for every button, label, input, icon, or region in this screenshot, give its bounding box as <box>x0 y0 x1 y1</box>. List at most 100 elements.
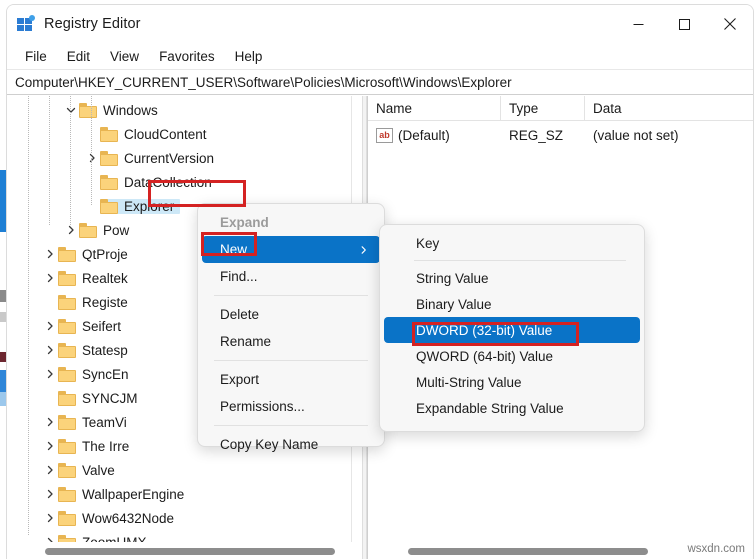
tree-item-windows[interactable]: Windows <box>7 98 361 122</box>
tree-item-cloudcontent[interactable]: CloudContent <box>7 122 361 146</box>
tree-item-datacollection[interactable]: DataCollection <box>7 170 361 194</box>
tree-item-wallpaperengine[interactable]: WallpaperEngine <box>7 482 361 506</box>
tree-item-content[interactable]: Wow6432Node <box>58 510 180 526</box>
tree-item-content[interactable]: Explorer <box>100 198 181 214</box>
tree-item-content[interactable]: CloudContent <box>100 126 213 142</box>
context-menu-item-label: Delete <box>220 307 260 322</box>
chevron-right-icon[interactable] <box>42 266 58 290</box>
chevron-right-icon[interactable] <box>42 338 58 362</box>
tree-horizontal-scrollbar[interactable] <box>7 542 361 559</box>
chevron-right-icon[interactable] <box>42 362 58 386</box>
submenu-item-label: DWORD (32-bit) Value <box>416 322 553 338</box>
tree-item-content[interactable]: SYNCJM <box>58 390 144 406</box>
submenu-item-label: Multi-String Value <box>416 374 522 390</box>
tree-item-content[interactable]: WallpaperEngine <box>58 486 190 502</box>
tree-item-label: CurrentVersion <box>124 150 215 166</box>
tree-item-content[interactable]: The Irre <box>58 438 135 454</box>
tree-item-content[interactable]: Seifert <box>58 318 127 334</box>
context-menu-item-export[interactable]: Export <box>202 366 380 393</box>
maximize-button[interactable] <box>661 5 707 43</box>
context-menu-item-label: Rename <box>220 334 272 349</box>
context-menu-item-find[interactable]: Find... <box>202 263 380 290</box>
chevron-right-icon[interactable] <box>42 458 58 482</box>
address-bar[interactable]: Computer\HKEY_CURRENT_USER\Software\Poli… <box>7 70 753 95</box>
chevron-right-icon[interactable] <box>42 314 58 338</box>
tree-item-label: Explorer <box>124 198 175 214</box>
value-type-cell: REG_SZ <box>509 127 564 143</box>
tree-item-content[interactable]: CurrentVersion <box>100 150 220 166</box>
submenu-item-binary-value[interactable]: Binary Value <box>384 291 640 317</box>
menu-help[interactable]: Help <box>225 46 273 67</box>
context-menu-item-delete[interactable]: Delete <box>202 301 380 328</box>
chevron-down-icon[interactable] <box>63 98 79 122</box>
chevron-right-icon[interactable] <box>42 434 58 458</box>
minimize-button[interactable] <box>615 5 661 43</box>
chevron-right-icon[interactable] <box>84 146 100 170</box>
context-menu-item-permissions[interactable]: Permissions... <box>202 393 380 420</box>
submenu-item-multi-string-value[interactable]: Multi-String Value <box>384 369 640 395</box>
tree-item-content[interactable]: Registe <box>58 294 134 310</box>
tree-item-wow6432node[interactable]: Wow6432Node <box>7 506 361 530</box>
tree-hscroll-thumb[interactable] <box>45 547 335 555</box>
menu-favorites[interactable]: Favorites <box>149 46 225 67</box>
menu-edit[interactable]: Edit <box>57 46 100 67</box>
submenu-item-key[interactable]: Key <box>384 230 640 256</box>
window-title: Registry Editor <box>44 16 141 32</box>
folder-icon <box>79 102 97 118</box>
submenu-item-expandable-string-value[interactable]: Expandable String Value <box>384 395 640 421</box>
tree-item-content[interactable]: Realtek <box>58 270 134 286</box>
window-controls <box>615 5 753 43</box>
submenu-item-string-value[interactable]: String Value <box>384 265 640 291</box>
value-row[interactable]: ab (Default) REG_SZ (value not set) <box>368 123 753 147</box>
tree-item-valve[interactable]: Valve <box>7 458 361 482</box>
folder-icon <box>100 198 118 214</box>
column-header-type[interactable]: Type <box>501 96 585 121</box>
submenu-item-qword-64-bit-value[interactable]: QWORD (64-bit) Value <box>384 343 640 369</box>
menu-view[interactable]: View <box>100 46 149 67</box>
chevron-right-icon[interactable] <box>63 218 79 242</box>
folder-icon <box>58 294 76 310</box>
submenu-item-dword-32-bit-value[interactable]: DWORD (32-bit) Value <box>384 317 640 343</box>
tree-item-label: CloudContent <box>124 126 207 142</box>
chevron-right-icon[interactable] <box>42 482 58 506</box>
menu-separator <box>414 260 626 261</box>
menu-file[interactable]: File <box>15 46 57 67</box>
new-submenu: Key String Value Binary Value DWORD (32-bit… <box>379 224 645 432</box>
chevron-right-icon[interactable] <box>42 506 58 530</box>
tree-item-content[interactable]: QtProje <box>58 246 134 262</box>
chevron-right-icon[interactable] <box>42 242 58 266</box>
folder-icon <box>79 222 97 238</box>
tree-item-label: TeamVi <box>82 414 127 430</box>
list-hscroll-thumb[interactable] <box>408 547 648 555</box>
value-name-cell: ab (Default) <box>368 127 501 143</box>
chevron-right-icon[interactable] <box>42 410 58 434</box>
context-menu-item-copy-key-name[interactable]: Copy Key Name <box>202 431 380 458</box>
folder-icon <box>58 270 76 286</box>
context-menu-item-rename[interactable]: Rename <box>202 328 380 355</box>
column-header-name[interactable]: Name <box>368 96 501 121</box>
menu-separator <box>214 360 368 361</box>
folder-icon <box>58 318 76 334</box>
context-menu-item-new[interactable]: New <box>202 236 380 263</box>
tree-item-content[interactable]: SyncEn <box>58 366 135 382</box>
tree-item-content[interactable]: DataCollection <box>100 174 218 190</box>
folder-icon <box>58 342 76 358</box>
tree-item-label: QtProje <box>82 246 128 262</box>
tree-item-content[interactable]: Valve <box>58 462 121 478</box>
tree-item-content[interactable]: Pow <box>79 222 135 238</box>
title-bar: Registry Editor <box>7 5 753 43</box>
submenu-item-label: Key <box>416 235 440 251</box>
column-header-data[interactable]: Data <box>585 96 753 121</box>
folder-icon <box>58 438 76 454</box>
context-menu-item-label: Expand <box>220 215 269 230</box>
tree-item-content[interactable]: Statesp <box>58 342 134 358</box>
tree-guide-line <box>70 96 71 226</box>
folder-icon <box>58 462 76 478</box>
watermark: wsxdn.com <box>687 543 745 555</box>
tree-item-currentversion[interactable]: CurrentVersion <box>7 146 361 170</box>
tree-item-content[interactable]: TeamVi <box>58 414 133 430</box>
string-value-icon: ab <box>376 127 393 143</box>
close-button[interactable] <box>707 5 753 43</box>
